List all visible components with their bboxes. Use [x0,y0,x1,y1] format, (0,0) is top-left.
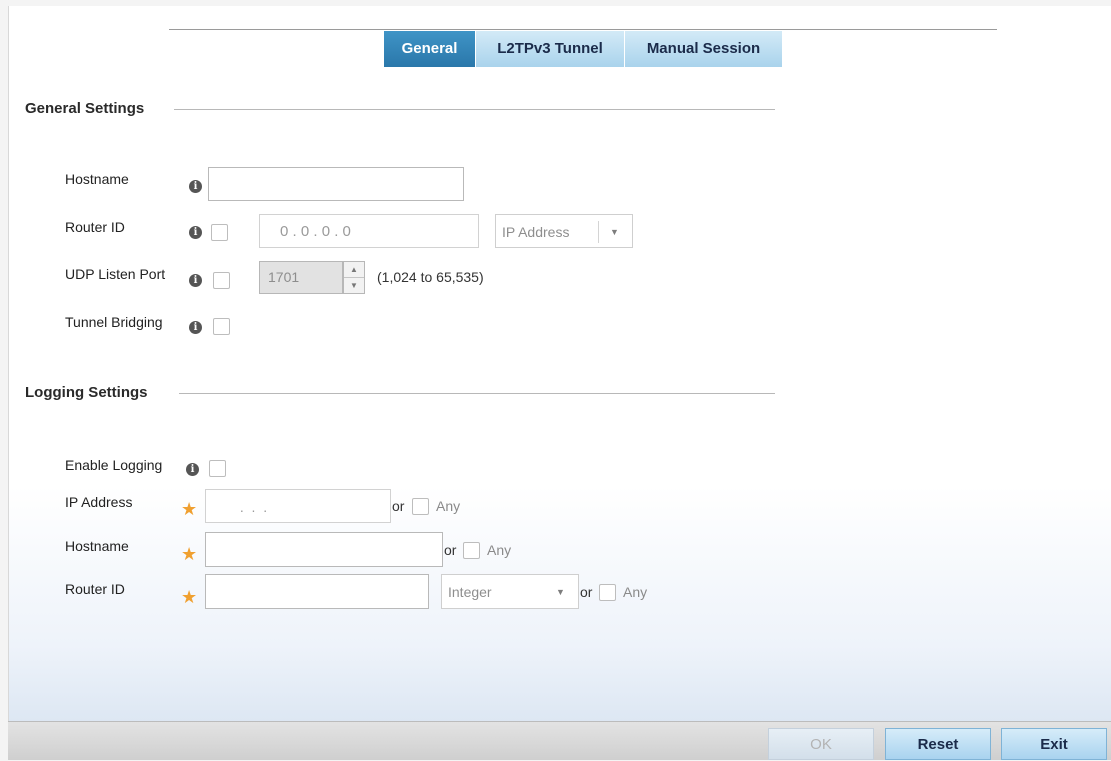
chevron-down-icon: ▼ [610,227,619,237]
log-hostname-any-label: Any [487,542,512,558]
udp-listen-port-checkbox[interactable] [213,272,230,289]
dialog-footer: OK Reset Exit [8,721,1111,760]
udp-port-range-hint: (1,024 to 65,535) [377,269,484,285]
tunnel-bridging-label: Tunnel Bridging [65,314,163,330]
log-router-id-or-text: or [580,584,593,600]
log-ip-any-checkbox[interactable] [412,498,429,515]
required-star-icon: ★ [181,587,198,607]
general-settings-title: General Settings [25,100,145,117]
log-router-id-input[interactable] [205,574,429,609]
tunnel-bridging-checkbox[interactable] [213,318,230,335]
log-router-id-any-label: Any [623,584,648,600]
general-settings-divider [174,109,775,110]
log-ip-address-input[interactable]: . . . [205,489,391,523]
router-id-type-value: IP Address [502,224,570,240]
log-hostname-input[interactable] [205,532,443,567]
router-id-info-icon[interactable]: i [189,226,202,239]
log-hostname-label: Hostname [65,538,129,554]
required-star-icon: ★ [181,499,198,519]
enable-logging-info-icon[interactable]: i [186,463,199,476]
log-router-id-label: Router ID [65,581,125,597]
logging-settings-divider [179,393,775,394]
router-id-label: Router ID [65,219,125,235]
udp-listen-port-info-icon[interactable]: i [189,274,202,287]
top-divider [169,29,997,30]
log-router-id-type-select[interactable]: Integer ▼ [441,574,579,609]
logging-settings-title: Logging Settings [25,384,148,401]
spin-up-icon[interactable]: ▲ [344,262,364,278]
router-id-checkbox[interactable] [211,224,228,241]
log-hostname-any-checkbox[interactable] [463,542,480,559]
udp-port-spinner[interactable]: ▲ ▼ [343,261,365,294]
udp-listen-port-label: UDP Listen Port [65,266,166,282]
hostname-label: Hostname [65,171,129,187]
spin-down-icon[interactable]: ▼ [344,278,364,294]
ok-button[interactable]: OK [768,728,874,760]
log-hostname-or-text: or [444,542,457,558]
dialog-window: General L2TPv3 Tunnel Manual Session Gen… [8,6,1111,759]
hostname-info-icon[interactable]: i [189,180,202,193]
log-ip-any-label: Any [436,498,461,514]
hostname-input[interactable] [208,167,464,201]
router-id-ip-input[interactable]: 0 . 0 . 0 . 0 [259,214,479,248]
chevron-down-icon: ▼ [556,587,565,597]
enable-logging-checkbox[interactable] [209,460,226,477]
exit-button[interactable]: Exit [1001,728,1107,760]
required-star-icon: ★ [181,544,198,564]
log-router-id-type-value: Integer [448,584,492,600]
log-router-id-any-checkbox[interactable] [599,584,616,601]
tab-general[interactable]: General [384,31,476,67]
router-id-type-select[interactable]: IP Address ▼ [495,214,633,248]
log-ip-address-label: IP Address [65,494,133,510]
tab-bar: General L2TPv3 Tunnel Manual Session [384,31,783,67]
udp-listen-port-input[interactable]: 1701 [259,261,343,294]
log-ip-or-text: or [392,498,405,514]
tunnel-bridging-info-icon[interactable]: i [189,321,202,334]
enable-logging-label: Enable Logging [65,457,163,473]
reset-button[interactable]: Reset [885,728,991,760]
tab-manual-session[interactable]: Manual Session [625,31,783,67]
tab-l2tpv3-tunnel[interactable]: L2TPv3 Tunnel [476,31,625,67]
